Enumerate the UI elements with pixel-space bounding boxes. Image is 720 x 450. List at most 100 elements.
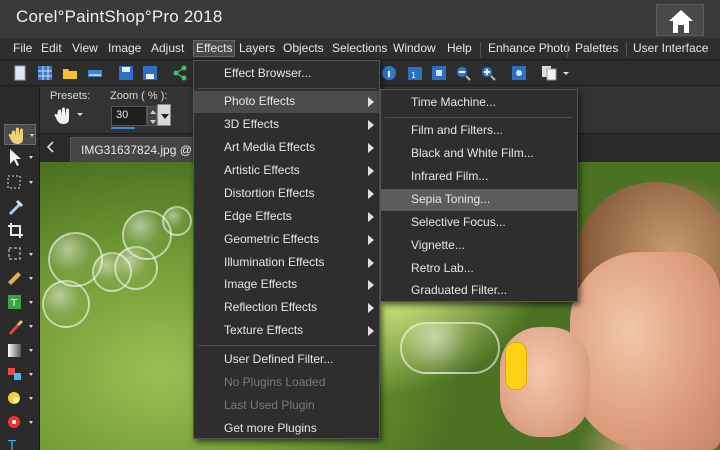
tools-palette: T T bbox=[0, 86, 40, 450]
open-folder-icon[interactable] bbox=[62, 65, 78, 81]
brush-tool[interactable] bbox=[4, 316, 36, 337]
menu-user-interface[interactable]: User Interface bbox=[630, 41, 711, 58]
menu-adjust[interactable]: Adjust bbox=[148, 41, 187, 58]
red-eye-tool[interactable] bbox=[4, 412, 36, 433]
menu-item-label: Edge Effects bbox=[224, 209, 292, 223]
share-icon[interactable] bbox=[172, 65, 188, 81]
menu-item-label: 3D Effects bbox=[224, 117, 280, 131]
copy-doc-icon[interactable] bbox=[541, 65, 557, 81]
menu-item-label: Reflection Effects bbox=[224, 300, 318, 314]
save-as-icon[interactable] bbox=[142, 65, 158, 81]
submenu-arrow-icon bbox=[368, 280, 374, 290]
menu-item-photo-effects[interactable]: Photo Effects bbox=[194, 91, 379, 113]
menu-item-effect-browser[interactable]: Effect Browser... bbox=[194, 63, 379, 85]
pan-tool[interactable] bbox=[4, 124, 36, 145]
presets-dropdown[interactable] bbox=[48, 104, 88, 126]
text-tool[interactable]: T bbox=[4, 436, 36, 450]
gradient-tool[interactable] bbox=[4, 340, 36, 361]
menu-item-label: Illumination Effects bbox=[224, 255, 325, 269]
submenu-item-black-and-white-film[interactable]: Black and White Film... bbox=[381, 143, 577, 165]
menu-file[interactable]: File bbox=[10, 41, 35, 58]
info-icon[interactable] bbox=[381, 65, 397, 81]
menu-item-label: Sepia Toning... bbox=[411, 192, 491, 206]
menu-item-distortion-effects[interactable]: Distortion Effects bbox=[194, 183, 379, 205]
submenu-item-sepia-toning[interactable]: Sepia Toning... bbox=[381, 189, 577, 211]
zoom-spinner[interactable] bbox=[147, 106, 157, 126]
menu-effects[interactable]: Effects bbox=[193, 40, 236, 57]
menu-item-illumination-effects[interactable]: Illumination Effects bbox=[194, 252, 379, 274]
menu-image[interactable]: Image bbox=[105, 41, 144, 58]
submenu-item-graduated-filter[interactable]: Graduated Filter... bbox=[381, 280, 577, 302]
paintshop-window: Corel°PaintShop°Pro 2018 File Edit View … bbox=[0, 0, 720, 450]
dodge-tool[interactable] bbox=[4, 388, 36, 409]
effects-menu: Effect Browser... Photo Effects 3D Effec… bbox=[193, 60, 380, 439]
submenu-item-time-machine[interactable]: Time Machine... bbox=[381, 92, 577, 114]
menu-item-3d-effects[interactable]: 3D Effects bbox=[194, 114, 379, 136]
menu-item-image-effects[interactable]: Image Effects bbox=[194, 274, 379, 296]
menu-item-texture-effects[interactable]: Texture Effects bbox=[194, 320, 379, 342]
eyedropper-icon bbox=[9, 199, 24, 215]
svg-text:1: 1 bbox=[411, 71, 416, 80]
new-file-icon[interactable] bbox=[12, 65, 28, 81]
straighten-tool[interactable] bbox=[4, 268, 36, 289]
menu-item-geometric-effects[interactable]: Geometric Effects bbox=[194, 229, 379, 251]
color-replacer-tool[interactable] bbox=[4, 364, 36, 385]
save-icon[interactable] bbox=[118, 65, 134, 81]
zoom-input[interactable]: 30 bbox=[111, 106, 147, 126]
zoom-100-icon[interactable] bbox=[511, 65, 527, 81]
dropper-tool[interactable] bbox=[4, 196, 36, 217]
bubble bbox=[400, 322, 500, 374]
menu-item-art-media-effects[interactable]: Art Media Effects bbox=[194, 137, 379, 159]
menu-separator bbox=[198, 345, 376, 346]
svg-text:T: T bbox=[7, 439, 16, 450]
menu-view[interactable]: View bbox=[69, 41, 101, 58]
submenu-item-retro-lab[interactable]: Retro Lab... bbox=[381, 258, 577, 280]
menu-item-label: Geometric Effects bbox=[224, 232, 320, 246]
submenu-arrow-icon bbox=[368, 189, 374, 199]
menu-item-user-defined-filter[interactable]: User Defined Filter... bbox=[194, 349, 379, 371]
home-button[interactable] bbox=[656, 4, 704, 36]
submenu-item-infrared-film[interactable]: Infrared Film... bbox=[381, 166, 577, 188]
menu-objects[interactable]: Objects bbox=[280, 41, 327, 58]
menu-item-label: No Plugins Loaded bbox=[224, 375, 326, 389]
crop-tool[interactable] bbox=[4, 220, 36, 241]
menu-item-reflection-effects[interactable]: Reflection Effects bbox=[194, 297, 379, 319]
submenu-arrow-icon bbox=[368, 212, 374, 222]
selection-tool[interactable] bbox=[4, 172, 36, 193]
grid-icon[interactable] bbox=[37, 65, 53, 81]
submenu-item-vignette[interactable]: Vignette... bbox=[381, 235, 577, 257]
zoom-dropdown-button[interactable] bbox=[157, 104, 171, 126]
menu-palettes[interactable]: Palettes bbox=[572, 41, 621, 58]
text-box-tool[interactable]: T bbox=[4, 292, 36, 313]
calendar-icon[interactable]: 1 bbox=[407, 65, 423, 81]
menu-layers[interactable]: Layers bbox=[236, 41, 278, 58]
bubble bbox=[162, 206, 192, 236]
menu-separator bbox=[626, 42, 627, 57]
menu-item-edge-effects[interactable]: Edge Effects bbox=[194, 206, 379, 228]
pick-tool[interactable] bbox=[4, 147, 36, 168]
menu-enhance-photo[interactable]: Enhance Photo bbox=[485, 41, 573, 58]
gradient-icon bbox=[8, 344, 33, 357]
menu-item-last-used-plugin: Last Used Plugin bbox=[194, 395, 379, 417]
zoom-out-icon[interactable] bbox=[455, 65, 471, 81]
menu-item-artistic-effects[interactable]: Artistic Effects bbox=[194, 160, 379, 182]
scanner-icon[interactable] bbox=[87, 65, 103, 81]
submenu-item-selective-focus[interactable]: Selective Focus... bbox=[381, 212, 577, 234]
fit-window-icon[interactable] bbox=[431, 65, 447, 81]
chevron-down-icon[interactable] bbox=[561, 65, 571, 81]
menu-edit[interactable]: Edit bbox=[38, 41, 65, 58]
menu-item-get-more-plugins[interactable]: Get more Plugins bbox=[194, 418, 379, 440]
submenu-arrow-icon bbox=[368, 166, 374, 176]
menu-help[interactable]: Help bbox=[444, 41, 475, 58]
bubble bbox=[114, 246, 158, 290]
chevron-left-icon[interactable] bbox=[44, 140, 58, 154]
transform-tool[interactable] bbox=[4, 244, 36, 265]
menu-window[interactable]: Window bbox=[390, 41, 439, 58]
marquee-icon bbox=[7, 175, 33, 189]
transform-icon bbox=[8, 247, 33, 260]
menu-item-label: Graduated Filter... bbox=[411, 283, 508, 297]
submenu-item-film-and-filters[interactable]: Film and Filters... bbox=[381, 120, 577, 142]
menu-selections[interactable]: Selections bbox=[329, 41, 390, 58]
zoom-in-icon[interactable] bbox=[480, 65, 496, 81]
ruler-icon bbox=[8, 272, 33, 285]
